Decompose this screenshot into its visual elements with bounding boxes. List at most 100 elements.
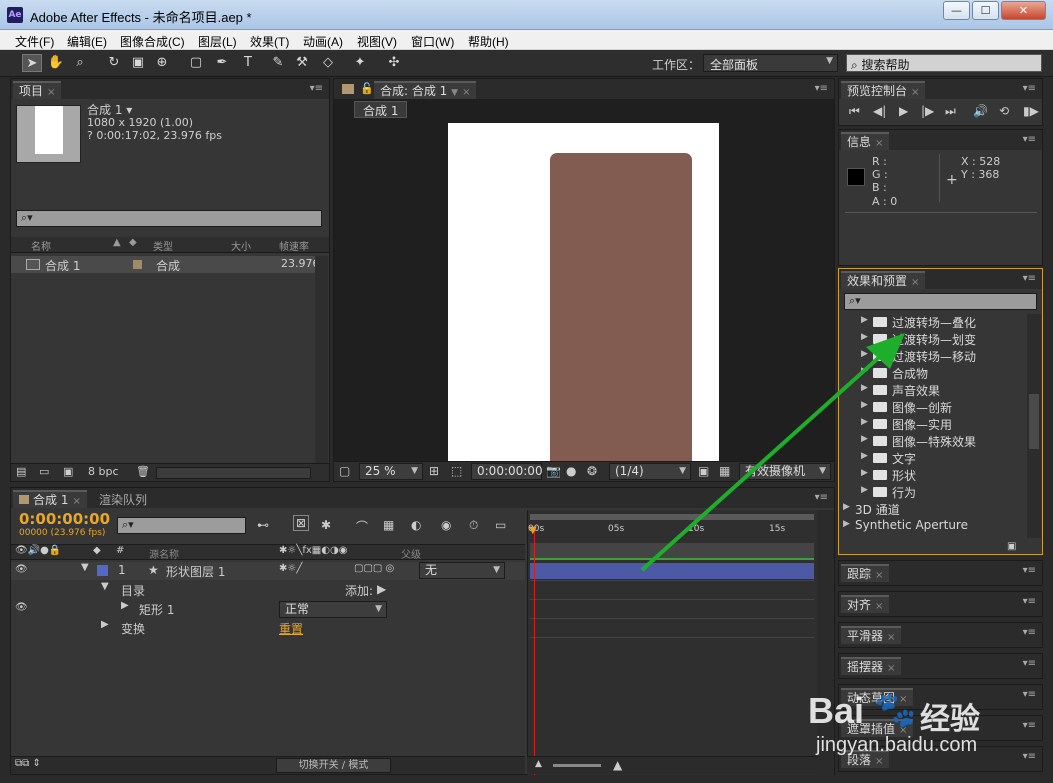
pan-behind-tool-icon[interactable]: ⊕ — [152, 54, 172, 72]
col-type[interactable]: 类型 — [153, 238, 173, 253]
table-row[interactable]: 👁 ▶ 矩形 1 正常 ▼ — [11, 600, 525, 618]
col-name[interactable]: 名称 — [31, 238, 51, 253]
tab-tracker[interactable]: 跟踪 × — [841, 564, 890, 582]
ram-preview-icon[interactable]: ▮▶ — [1023, 104, 1039, 118]
close-icon[interactable]: × — [899, 694, 907, 705]
selection-tool-icon[interactable]: ➤ — [22, 54, 42, 72]
project-scrollbar[interactable] — [315, 256, 328, 471]
first-frame-icon[interactable]: ⏮ — [849, 104, 860, 119]
playhead-icon[interactable]: ▼ — [529, 525, 537, 536]
add-menu-icon[interactable]: ▶ — [377, 582, 386, 596]
effects-search-input[interactable]: ⌕▾ — [844, 293, 1037, 310]
tab-project[interactable]: 项目 × — [13, 81, 62, 99]
draft-3d-icon[interactable]: ✱ — [321, 518, 331, 532]
close-icon[interactable]: × — [887, 663, 895, 674]
lock-icon[interactable]: 🔓 — [360, 82, 374, 95]
brainstorm-icon[interactable]: ◉ — [441, 518, 451, 532]
project-search-input[interactable]: ⌕▾ — [16, 210, 322, 227]
snapshot-icon[interactable]: 📷 — [546, 464, 561, 478]
timeline-timecode[interactable]: 0:00:00:00 — [19, 510, 110, 528]
col-source-name[interactable]: 源名称 — [149, 546, 179, 561]
current-time-indicator[interactable] — [534, 530, 535, 775]
list-item[interactable]: ▶ 声音效果 — [839, 382, 1027, 399]
list-item[interactable]: ▶ 过渡转场—叠化 — [839, 314, 1027, 331]
menu-view[interactable]: 视图(V) — [357, 33, 397, 50]
puppet-pin-tool-icon[interactable]: ✣ — [384, 54, 404, 72]
close-button[interactable]: ✕ — [1001, 1, 1046, 20]
blend-mode-select[interactable]: 正常 ▼ — [279, 601, 387, 618]
list-item[interactable]: ▶ 过渡转场—移动 — [839, 348, 1027, 365]
mask-toggle-icon[interactable]: ⬚ — [451, 464, 462, 478]
layer-switches-toggle-icon[interactable]: ⧉⧉ ⇕ — [15, 758, 41, 769]
tab-info[interactable]: 信息 × — [841, 132, 890, 150]
menu-layer[interactable]: 图层(L) — [198, 33, 237, 50]
work-area-bar[interactable] — [530, 514, 814, 520]
panel-menu-icon[interactable]: ▾≡ — [1023, 273, 1036, 284]
timeline-search-input[interactable]: ⌕▾ — [117, 517, 246, 534]
zoom-tool-icon[interactable]: ⌕ — [70, 54, 90, 72]
tab-wiggler[interactable]: 摇摆器 × — [841, 657, 902, 675]
tab-mask-interpolation[interactable]: 遮罩插值 × — [841, 719, 914, 737]
panel-menu-icon[interactable]: ▾≡ — [1023, 689, 1036, 700]
menu-composition[interactable]: 图像合成(C) — [120, 33, 185, 50]
col-parent[interactable]: 父级 — [401, 546, 421, 561]
close-icon[interactable]: × — [911, 87, 919, 98]
next-frame-icon[interactable]: |▶ — [921, 104, 934, 118]
panel-menu-icon[interactable]: ▾≡ — [1023, 596, 1036, 607]
expand-arrow-icon[interactable]: ▶ — [861, 332, 868, 342]
expand-arrow-icon[interactable]: ▶ — [861, 315, 868, 325]
list-item[interactable]: ▶ 图像—创新 — [839, 399, 1027, 416]
live-update-icon[interactable]: ⊠ — [293, 515, 310, 531]
new-preset-icon[interactable]: ▣ — [1007, 541, 1016, 552]
clone-stamp-tool-icon[interactable]: ⚒ — [292, 54, 312, 72]
expand-arrow-icon[interactable]: ▶ — [861, 468, 868, 478]
zoom-out-icon[interactable]: ▲ — [535, 759, 542, 769]
panel-menu-icon[interactable]: ▾≡ — [1023, 565, 1036, 576]
col-size[interactable]: 大小 — [231, 238, 251, 253]
work-area-band[interactable] — [530, 543, 814, 558]
close-icon[interactable]: × — [911, 277, 919, 288]
panel-menu-icon[interactable]: ▾≡ — [1023, 134, 1036, 145]
timeline-scrollbar[interactable] — [817, 510, 834, 775]
close-icon[interactable]: × — [899, 725, 907, 736]
panel-menu-icon[interactable]: ▾≡ — [815, 492, 828, 503]
magnification-icon[interactable]: ▢ — [339, 464, 350, 478]
parent-select[interactable]: 无 ▼ — [419, 562, 505, 579]
menu-file[interactable]: 文件(F) — [15, 33, 54, 50]
close-icon[interactable]: × — [875, 601, 883, 612]
composition-flow-tab[interactable]: 合成 1 — [354, 101, 408, 118]
brush-tool-icon[interactable]: ✎ — [268, 54, 288, 72]
pen-tool-icon[interactable]: ✒ — [212, 54, 232, 72]
motion-blur-icon[interactable]: ◐ — [411, 518, 421, 532]
close-icon[interactable]: × — [462, 87, 470, 98]
panel-menu-icon[interactable]: ▾≡ — [1023, 720, 1036, 731]
menu-effect[interactable]: 效果(T) — [250, 33, 289, 50]
close-icon[interactable]: × — [72, 496, 80, 507]
zoom-slider[interactable] — [553, 764, 601, 767]
panel-menu-icon[interactable]: ▾≡ — [310, 83, 323, 94]
list-item[interactable]: ▶ 文字 — [839, 450, 1027, 467]
grid-icon[interactable]: ⊞ — [429, 464, 439, 478]
panel-menu-icon[interactable]: ▾≡ — [1023, 83, 1036, 94]
layer-color-swatch[interactable] — [97, 565, 108, 576]
tab-timeline[interactable]: 合成 1 × — [13, 490, 87, 508]
close-icon[interactable]: × — [887, 632, 895, 643]
expand-arrow-icon[interactable]: ▶ — [861, 349, 868, 359]
list-item[interactable]: ▶ Synthetic Aperture — [839, 518, 1027, 535]
close-icon[interactable]: × — [875, 570, 883, 581]
close-icon[interactable]: × — [875, 138, 883, 149]
menu-help[interactable]: 帮助(H) — [468, 33, 509, 50]
expand-arrow-icon[interactable]: ▶ — [861, 383, 868, 393]
scroll-thumb[interactable] — [1029, 394, 1039, 449]
panel-menu-icon[interactable]: ▾≡ — [815, 83, 828, 94]
expand-arrow-icon[interactable]: ▶ — [861, 434, 868, 444]
horizontal-scrollbar[interactable] — [156, 467, 311, 479]
last-frame-icon[interactable]: ⏭ — [945, 104, 956, 119]
tab-preview[interactable]: 预览控制台 × — [841, 81, 926, 99]
show-snapshot-icon[interactable]: ● — [566, 464, 576, 478]
menu-window[interactable]: 窗口(W) — [411, 33, 454, 50]
bpc-toggle[interactable]: 8 bpc — [88, 465, 119, 478]
camera-select[interactable]: 有效摄像机 ▼ — [739, 463, 831, 480]
list-item[interactable]: ▶ 图像—特殊效果 — [839, 433, 1027, 450]
graph-editor-icon[interactable]: ▭ — [495, 518, 506, 532]
